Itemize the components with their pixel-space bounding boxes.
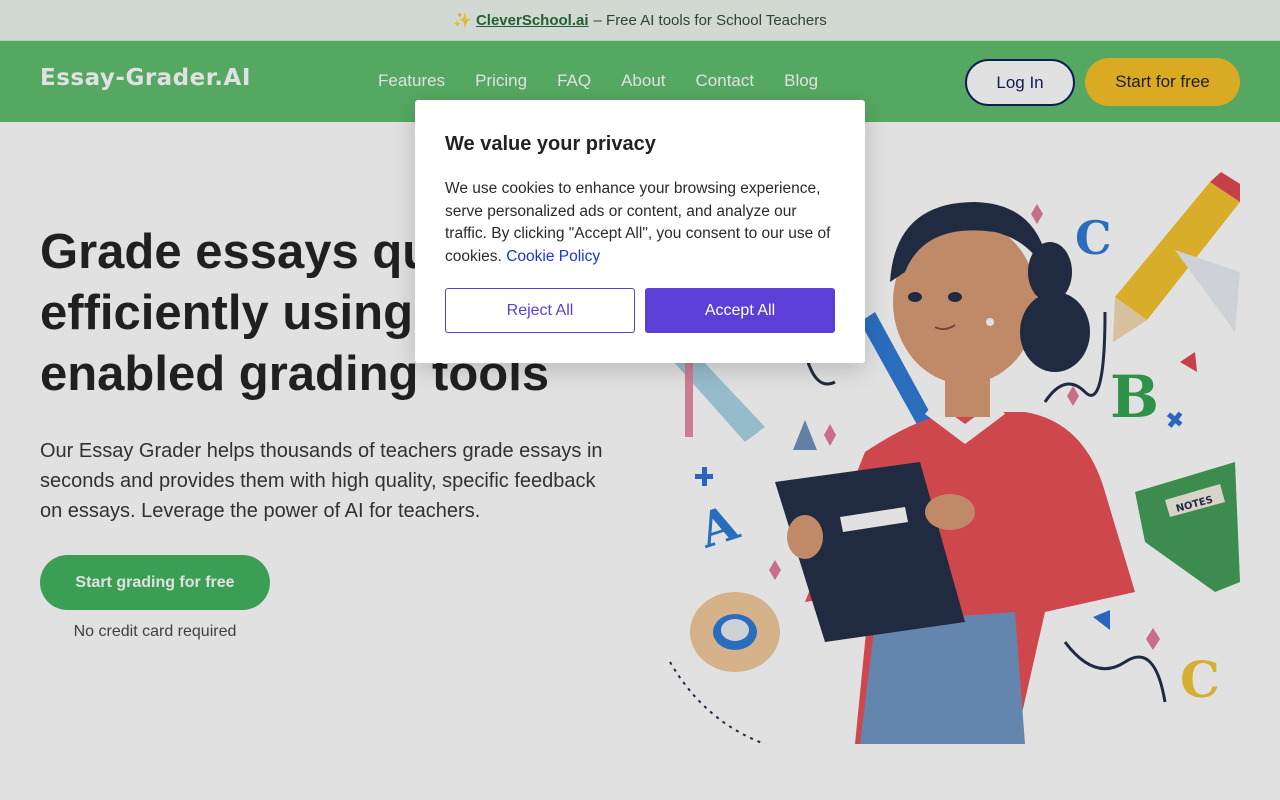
cookie-consent-dialog: We value your privacy We use cookies to …: [415, 100, 865, 363]
accept-all-button[interactable]: Accept All: [645, 288, 835, 333]
cookie-body-text: We use cookies to enhance your browsing …: [445, 180, 831, 265]
cookie-dialog-title: We value your privacy: [445, 133, 656, 155]
reject-all-button[interactable]: Reject All: [445, 288, 635, 333]
cookie-policy-link[interactable]: Cookie Policy: [506, 248, 600, 265]
cookie-dialog-body: We use cookies to enhance your browsing …: [445, 178, 840, 268]
